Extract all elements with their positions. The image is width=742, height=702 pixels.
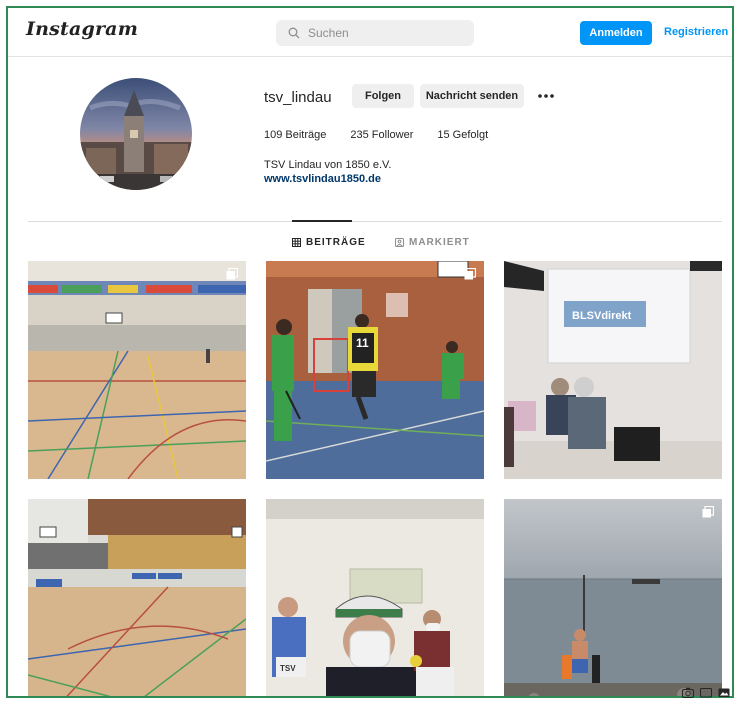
tab-tagged[interactable]: MARKIERT bbox=[395, 237, 470, 248]
register-link[interactable]: Registrieren bbox=[664, 26, 728, 38]
post-tile[interactable] bbox=[28, 261, 246, 479]
search-input[interactable] bbox=[308, 26, 458, 40]
follow-button[interactable]: Folgen bbox=[352, 84, 414, 108]
post-tile[interactable]: 11 bbox=[266, 261, 484, 479]
window-icon[interactable] bbox=[700, 687, 712, 698]
multiple-posts-icon bbox=[702, 506, 714, 518]
followers-count[interactable]: 235 Follower bbox=[350, 129, 413, 141]
bio-full-name: TSV Lindau von 1850 e.V. bbox=[264, 159, 392, 171]
bottom-toolbar bbox=[682, 687, 730, 698]
search-box[interactable] bbox=[276, 20, 474, 46]
post-tile[interactable]: TSV bbox=[266, 499, 484, 696]
post-image-sports-hall bbox=[28, 261, 246, 479]
tabs-divider bbox=[28, 221, 722, 222]
instagram-logo[interactable]: Instagram bbox=[26, 18, 138, 40]
active-tab-indicator bbox=[292, 220, 352, 222]
tagged-icon bbox=[395, 238, 404, 247]
post-image-sports-hall-wide bbox=[28, 499, 246, 696]
post-image-floorball-players: 11 bbox=[266, 261, 484, 479]
posts-count: 109 Beiträge bbox=[264, 129, 327, 141]
camera-icon[interactable] bbox=[682, 687, 694, 698]
post-image-people-masks: TSV bbox=[266, 499, 484, 696]
image-icon[interactable] bbox=[718, 687, 730, 698]
search-icon bbox=[288, 27, 300, 39]
grid-icon bbox=[292, 238, 301, 247]
post-image-presentation: BLSVdirekt bbox=[504, 261, 722, 479]
profile-avatar[interactable] bbox=[80, 78, 192, 190]
multiple-posts-icon bbox=[226, 268, 238, 280]
slide-text: BLSVdirekt bbox=[572, 310, 632, 322]
more-horizontal-icon[interactable] bbox=[536, 90, 556, 102]
sign-text: TSV bbox=[280, 664, 296, 673]
login-button[interactable]: Anmelden bbox=[580, 21, 652, 45]
post-tile[interactable]: BLSVdirekt bbox=[504, 261, 722, 479]
jersey-number: 11 bbox=[356, 336, 369, 350]
profile-stats: 109 Beiträge 235 Follower 15 Gefolgt bbox=[264, 129, 512, 141]
top-navigation: Instagram Anmelden Registrieren bbox=[8, 8, 732, 57]
post-image-lake bbox=[504, 499, 722, 696]
bio-website-link[interactable]: www.tsvlindau1850.de bbox=[264, 173, 381, 185]
multiple-posts-icon bbox=[464, 268, 476, 280]
send-message-button[interactable]: Nachricht senden bbox=[420, 84, 524, 108]
tab-posts-label: BEITRÄGE bbox=[306, 237, 366, 248]
profile-username: tsv_lindau bbox=[264, 89, 332, 106]
browser-frame: Instagram Anmelden Registrieren bbox=[6, 6, 734, 698]
tab-tagged-label: MARKIERT bbox=[409, 237, 470, 248]
post-tile[interactable] bbox=[28, 499, 246, 696]
post-tile[interactable] bbox=[504, 499, 722, 696]
following-count[interactable]: 15 Gefolgt bbox=[437, 129, 488, 141]
tab-posts[interactable]: BEITRÄGE bbox=[292, 237, 366, 248]
